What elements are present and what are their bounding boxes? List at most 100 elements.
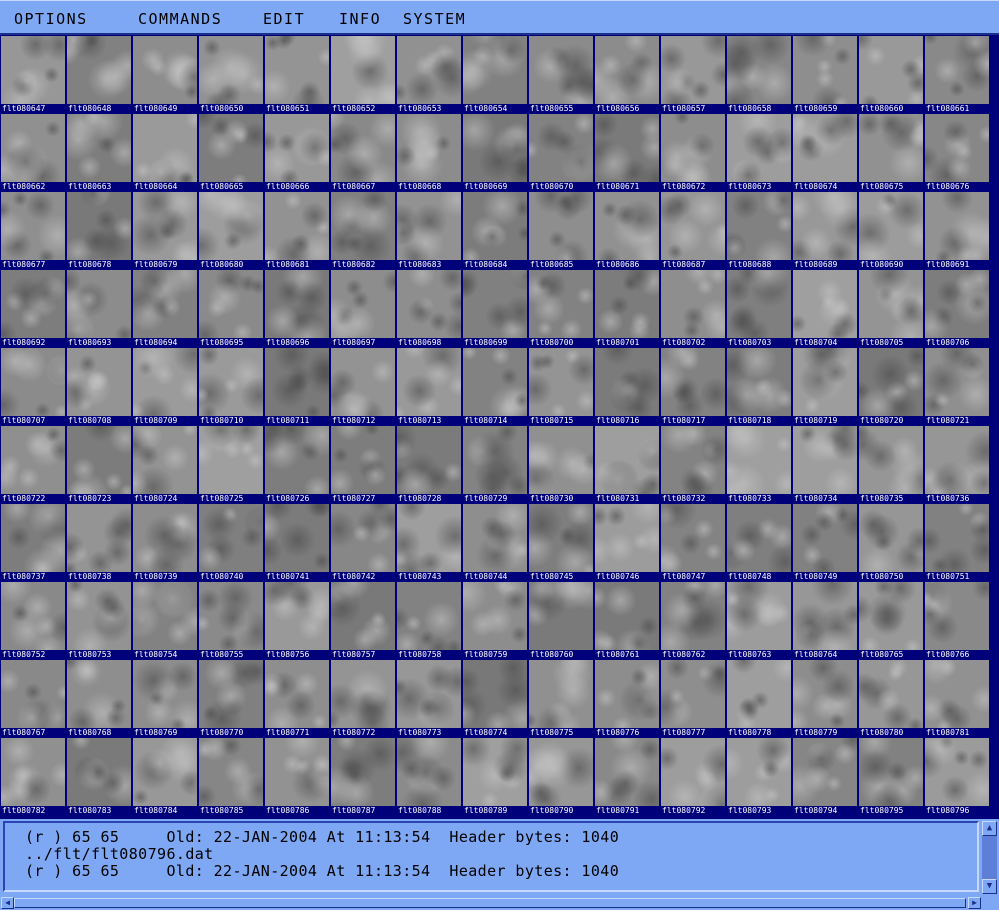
image-thumbnail[interactable]: flt080682	[330, 191, 396, 269]
image-thumbnail[interactable]: flt080679	[132, 191, 198, 269]
image-thumbnail[interactable]: flt080663	[66, 113, 132, 191]
image-thumbnail[interactable]: flt080743	[396, 503, 462, 581]
image-thumbnail[interactable]: flt080724	[132, 425, 198, 503]
image-thumbnail[interactable]: flt080662	[0, 113, 66, 191]
image-thumbnail[interactable]: flt080746	[594, 503, 660, 581]
image-thumbnail[interactable]: flt080737	[0, 503, 66, 581]
image-thumbnail[interactable]: flt080673	[726, 113, 792, 191]
image-thumbnail[interactable]: flt080652	[330, 35, 396, 113]
image-thumbnail[interactable]: flt080695	[198, 269, 264, 347]
image-thumbnail[interactable]: flt080647	[0, 35, 66, 113]
image-thumbnail[interactable]: flt080732	[660, 425, 726, 503]
image-thumbnail[interactable]: flt080793	[726, 737, 792, 815]
image-thumbnail[interactable]: flt080770	[198, 659, 264, 737]
image-thumbnail[interactable]: flt080674	[792, 113, 858, 191]
image-thumbnail[interactable]: flt080780	[858, 659, 924, 737]
image-thumbnail[interactable]: flt080769	[132, 659, 198, 737]
image-thumbnail[interactable]: flt080651	[264, 35, 330, 113]
image-thumbnail[interactable]: flt080768	[66, 659, 132, 737]
menu-edit[interactable]: EDIT	[263, 10, 305, 28]
image-thumbnail[interactable]: flt080774	[462, 659, 528, 737]
image-thumbnail[interactable]: flt080704	[792, 269, 858, 347]
image-thumbnail[interactable]: flt080794	[792, 737, 858, 815]
image-thumbnail[interactable]: flt080741	[264, 503, 330, 581]
arrow-right-icon[interactable]: ▶	[968, 897, 981, 909]
image-thumbnail[interactable]: flt080735	[858, 425, 924, 503]
image-thumbnail[interactable]: flt080702	[660, 269, 726, 347]
image-thumbnail[interactable]: flt080669	[462, 113, 528, 191]
image-thumbnail[interactable]: flt080712	[330, 347, 396, 425]
image-thumbnail[interactable]: flt080753	[66, 581, 132, 659]
image-thumbnail[interactable]: flt080765	[858, 581, 924, 659]
image-thumbnail[interactable]: flt080718	[726, 347, 792, 425]
image-thumbnail[interactable]: flt080707	[0, 347, 66, 425]
image-thumbnail[interactable]: flt080761	[594, 581, 660, 659]
image-thumbnail[interactable]: flt080659	[792, 35, 858, 113]
image-thumbnail[interactable]: flt080792	[660, 737, 726, 815]
image-thumbnail[interactable]: flt080783	[66, 737, 132, 815]
image-thumbnail[interactable]: flt080730	[528, 425, 594, 503]
image-thumbnail[interactable]: flt080655	[528, 35, 594, 113]
image-thumbnail[interactable]: flt080790	[528, 737, 594, 815]
image-thumbnail[interactable]: flt080788	[396, 737, 462, 815]
image-thumbnail[interactable]: flt080752	[0, 581, 66, 659]
image-thumbnail[interactable]: flt080653	[396, 35, 462, 113]
image-thumbnail[interactable]: flt080688	[726, 191, 792, 269]
image-thumbnail[interactable]: flt080755	[198, 581, 264, 659]
console-output[interactable]: (r ) 65 65 Old: 22-JAN-2004 At 11:13:54 …	[3, 821, 979, 892]
image-thumbnail[interactable]: flt080791	[594, 737, 660, 815]
image-thumbnail[interactable]: flt080680	[198, 191, 264, 269]
image-thumbnail[interactable]: flt080721	[924, 347, 990, 425]
image-thumbnail[interactable]: flt080661	[924, 35, 990, 113]
image-thumbnail[interactable]: flt080785	[198, 737, 264, 815]
console-vertical-scrollbar[interactable]: ▲ ▼	[982, 821, 997, 894]
image-thumbnail[interactable]: flt080739	[132, 503, 198, 581]
image-thumbnail[interactable]: flt080716	[594, 347, 660, 425]
image-thumbnail[interactable]: flt080740	[198, 503, 264, 581]
image-thumbnail[interactable]: flt080728	[396, 425, 462, 503]
image-thumbnail[interactable]: flt080747	[660, 503, 726, 581]
menu-commands[interactable]: COMMANDS	[138, 10, 222, 28]
image-thumbnail[interactable]: flt080698	[396, 269, 462, 347]
horizontal-scrollbar[interactable]: ◀ ▶	[0, 896, 999, 910]
image-thumbnail[interactable]: flt080781	[924, 659, 990, 737]
image-thumbnail[interactable]: flt080657	[660, 35, 726, 113]
image-thumbnail[interactable]: flt080701	[594, 269, 660, 347]
image-thumbnail[interactable]: flt080675	[858, 113, 924, 191]
image-thumbnail[interactable]: flt080666	[264, 113, 330, 191]
image-thumbnail[interactable]: flt080756	[264, 581, 330, 659]
image-thumbnail[interactable]: flt080677	[0, 191, 66, 269]
image-thumbnail[interactable]: flt080784	[132, 737, 198, 815]
image-thumbnail[interactable]: flt080738	[66, 503, 132, 581]
image-thumbnail[interactable]: flt080660	[858, 35, 924, 113]
image-thumbnail[interactable]: flt080795	[858, 737, 924, 815]
image-thumbnail[interactable]: flt080703	[726, 269, 792, 347]
image-thumbnail[interactable]: flt080706	[924, 269, 990, 347]
image-thumbnail[interactable]: flt080665	[198, 113, 264, 191]
image-thumbnail[interactable]: flt080751	[924, 503, 990, 581]
image-thumbnail[interactable]: flt080654	[462, 35, 528, 113]
image-thumbnail[interactable]: flt080705	[858, 269, 924, 347]
image-thumbnail[interactable]: flt080700	[528, 269, 594, 347]
image-thumbnail[interactable]: flt080726	[264, 425, 330, 503]
image-thumbnail[interactable]: flt080745	[528, 503, 594, 581]
arrow-down-icon[interactable]: ▼	[982, 879, 997, 894]
image-thumbnail[interactable]: flt080742	[330, 503, 396, 581]
image-thumbnail[interactable]: flt080671	[594, 113, 660, 191]
image-thumbnail[interactable]: flt080667	[330, 113, 396, 191]
image-thumbnail[interactable]: flt080744	[462, 503, 528, 581]
image-thumbnail[interactable]: flt080683	[396, 191, 462, 269]
image-thumbnail[interactable]: flt080711	[264, 347, 330, 425]
image-thumbnail[interactable]: flt080697	[330, 269, 396, 347]
image-thumbnail[interactable]: flt080779	[792, 659, 858, 737]
image-thumbnail[interactable]: flt080692	[0, 269, 66, 347]
image-thumbnail[interactable]: flt080708	[66, 347, 132, 425]
image-thumbnail[interactable]: flt080670	[528, 113, 594, 191]
image-thumbnail[interactable]: flt080690	[858, 191, 924, 269]
image-thumbnail[interactable]: flt080729	[462, 425, 528, 503]
menu-system[interactable]: SYSTEM	[403, 10, 466, 28]
image-thumbnail[interactable]: flt080758	[396, 581, 462, 659]
image-thumbnail[interactable]: flt080750	[858, 503, 924, 581]
image-thumbnail[interactable]: flt080786	[264, 737, 330, 815]
image-thumbnail[interactable]: flt080777	[660, 659, 726, 737]
